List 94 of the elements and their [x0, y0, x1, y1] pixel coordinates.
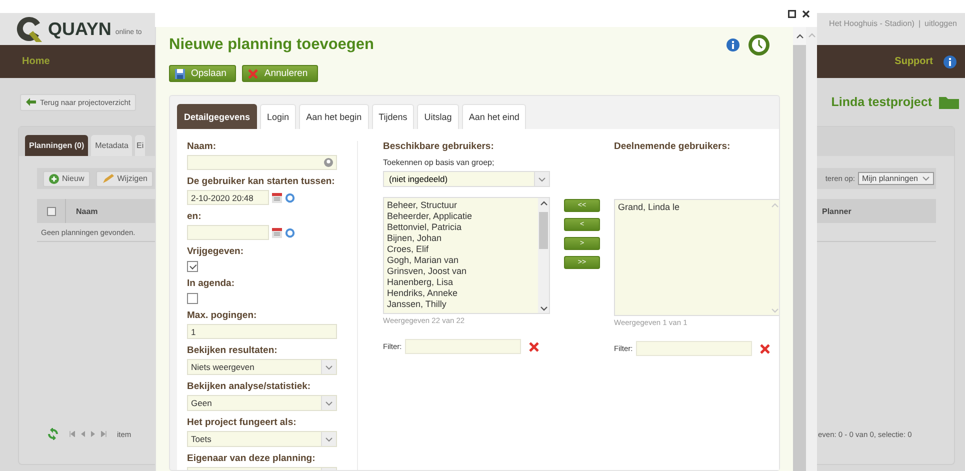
user-item[interactable]: Hanenberg, Lisa: [387, 277, 535, 288]
field-label: Vrijgegeven:: [187, 246, 244, 258]
column-header: Naam: [76, 206, 98, 216]
tab[interactable]: Uitslag: [417, 104, 459, 129]
field-label: Bekijken resultaten:: [187, 345, 278, 357]
chevron-down-icon: [325, 436, 333, 442]
select-field[interactable]: Niets weergeven: [187, 359, 337, 375]
field-label: Naam:: [187, 141, 218, 153]
scroll-down-icon[interactable]: [540, 306, 548, 310]
clock-icon[interactable]: [285, 192, 295, 202]
last-page-icon[interactable]: [101, 431, 107, 437]
user-item[interactable]: Grand, Linda le: [618, 202, 766, 213]
chevron-down-icon: [325, 400, 333, 406]
list-scrollbar[interactable]: [538, 198, 549, 313]
user-item[interactable]: Gogh, Marian van: [387, 255, 535, 266]
clear-icon[interactable]: [760, 344, 770, 354]
user-item[interactable]: Janssen, Thilly: [387, 299, 535, 310]
filter-field[interactable]: [404, 339, 521, 354]
name-field[interactable]: [187, 155, 337, 170]
field-label: In agenda:: [187, 278, 236, 290]
info-icon[interactable]: [943, 54, 957, 68]
user-listbox[interactable]: Grand, Linda le: [614, 199, 779, 316]
text-field[interactable]: 1: [187, 324, 337, 339]
brand-name: QUAYN: [48, 18, 112, 40]
folder-icon: [939, 95, 959, 109]
date-field[interactable]: 2-10-2020 20:48: [187, 190, 269, 205]
dialog-title: Nieuwe planning toevoegen: [169, 36, 374, 54]
select-field[interactable]: Geen: [187, 395, 337, 411]
field-label: Bekijken analyse/statistiek:: [187, 381, 312, 393]
refresh-icon[interactable]: [47, 428, 59, 440]
select-field[interactable]: Toets: [187, 431, 337, 447]
calendar-icon[interactable]: [272, 228, 282, 238]
checkbox[interactable]: [187, 293, 198, 304]
tab[interactable]: Detailgegevens: [177, 104, 258, 129]
chevron-down-icon: [325, 364, 333, 370]
tab[interactable]: Ei: [135, 135, 145, 156]
info-icon[interactable]: [726, 38, 740, 52]
field-label: Max. pogingen:: [187, 310, 258, 322]
date-field[interactable]: [187, 225, 269, 240]
previous-page-icon[interactable]: [81, 431, 85, 437]
user-item[interactable]: Bettonviel, Patricia: [387, 222, 535, 233]
tab[interactable]: Aan het begin: [299, 104, 369, 129]
tab[interactable]: Metadata: [91, 135, 132, 156]
user-listbox[interactable]: Beheer, Structuur Beheerder, Applicatie Bettonviel, Patricia Bijnen, Johan Croes, Elif Gogh, Marian van Grinsven, Joost van Hanenberg, Lisa Hendriks, Anneke Janssen, Thilly: [383, 197, 550, 314]
home-link[interactable]: Home: [22, 56, 50, 67]
account-text: Het Hooghuis - Stadion): [829, 19, 914, 28]
filter-select[interactable]: Mijn planningen: [858, 172, 934, 185]
logo-icon: [14, 14, 44, 44]
person-icon: [324, 158, 333, 167]
user-item[interactable]: Croes, Elif: [387, 244, 535, 255]
chevron-down-icon: [922, 176, 930, 181]
scrollbar[interactable]: [793, 27, 806, 471]
checkbox[interactable]: [187, 261, 198, 272]
clock-icon[interactable]: [285, 228, 295, 238]
close-icon[interactable]: [802, 10, 810, 18]
user-item[interactable]: Hendriks, Anneke: [387, 288, 535, 299]
user-item[interactable]: Grinsven, Joost van: [387, 266, 535, 277]
pencil-icon: [102, 174, 114, 184]
plus-icon: [49, 174, 59, 184]
user-item[interactable]: Beheerder, Applicatie: [387, 211, 535, 222]
field-label: Het project fungeert als:: [187, 417, 298, 429]
clock-icon[interactable]: [748, 34, 770, 56]
field-label: De gebruiker kan starten tussen:: [187, 176, 336, 188]
column-header: Planner: [822, 206, 852, 216]
user-item[interactable]: Bijnen, Johan: [387, 233, 535, 244]
field-label: en:: [187, 211, 202, 223]
user-item[interactable]: Beheer, Structuur: [387, 200, 535, 211]
x-icon[interactable]: [248, 68, 258, 78]
calendar-icon[interactable]: [272, 192, 282, 202]
page-scrollbar[interactable]: [806, 27, 817, 471]
tab[interactable]: Aan het eind: [462, 104, 526, 129]
support-link[interactable]: Support: [894, 56, 933, 67]
tab[interactable]: Planningen (0): [25, 135, 88, 156]
scroll-up-icon[interactable]: [540, 200, 548, 206]
project-title: Linda testproject: [831, 95, 932, 109]
clear-icon[interactable]: [528, 342, 539, 352]
new-button[interactable]: Nieuw: [43, 170, 90, 186]
filter-field[interactable]: [636, 341, 752, 356]
first-page-icon[interactable]: [69, 431, 75, 437]
separator-text: |: [918, 19, 921, 28]
maximize-icon[interactable]: [788, 10, 796, 18]
field-label: Eigenaar van deze planning:: [187, 453, 316, 465]
list-heading: Deelnemende gebruikers:: [614, 141, 732, 153]
tab[interactable]: Login: [260, 104, 296, 129]
chevron-down-icon: [538, 176, 546, 182]
tab[interactable]: Tijdens: [372, 104, 414, 129]
select-all-checkbox[interactable]: [46, 206, 56, 216]
edit-button[interactable]: Wijzigen: [96, 170, 154, 186]
group-select[interactable]: (niet ingedeeld): [383, 171, 550, 187]
back-arrow-icon: [26, 98, 36, 106]
next-page-icon[interactable]: [91, 431, 95, 437]
scroll-thumb[interactable]: [539, 212, 548, 249]
group-label: Toekennen op basis van groep;: [383, 157, 496, 168]
list-heading: Beschikbare gebruikers:: [383, 141, 495, 153]
